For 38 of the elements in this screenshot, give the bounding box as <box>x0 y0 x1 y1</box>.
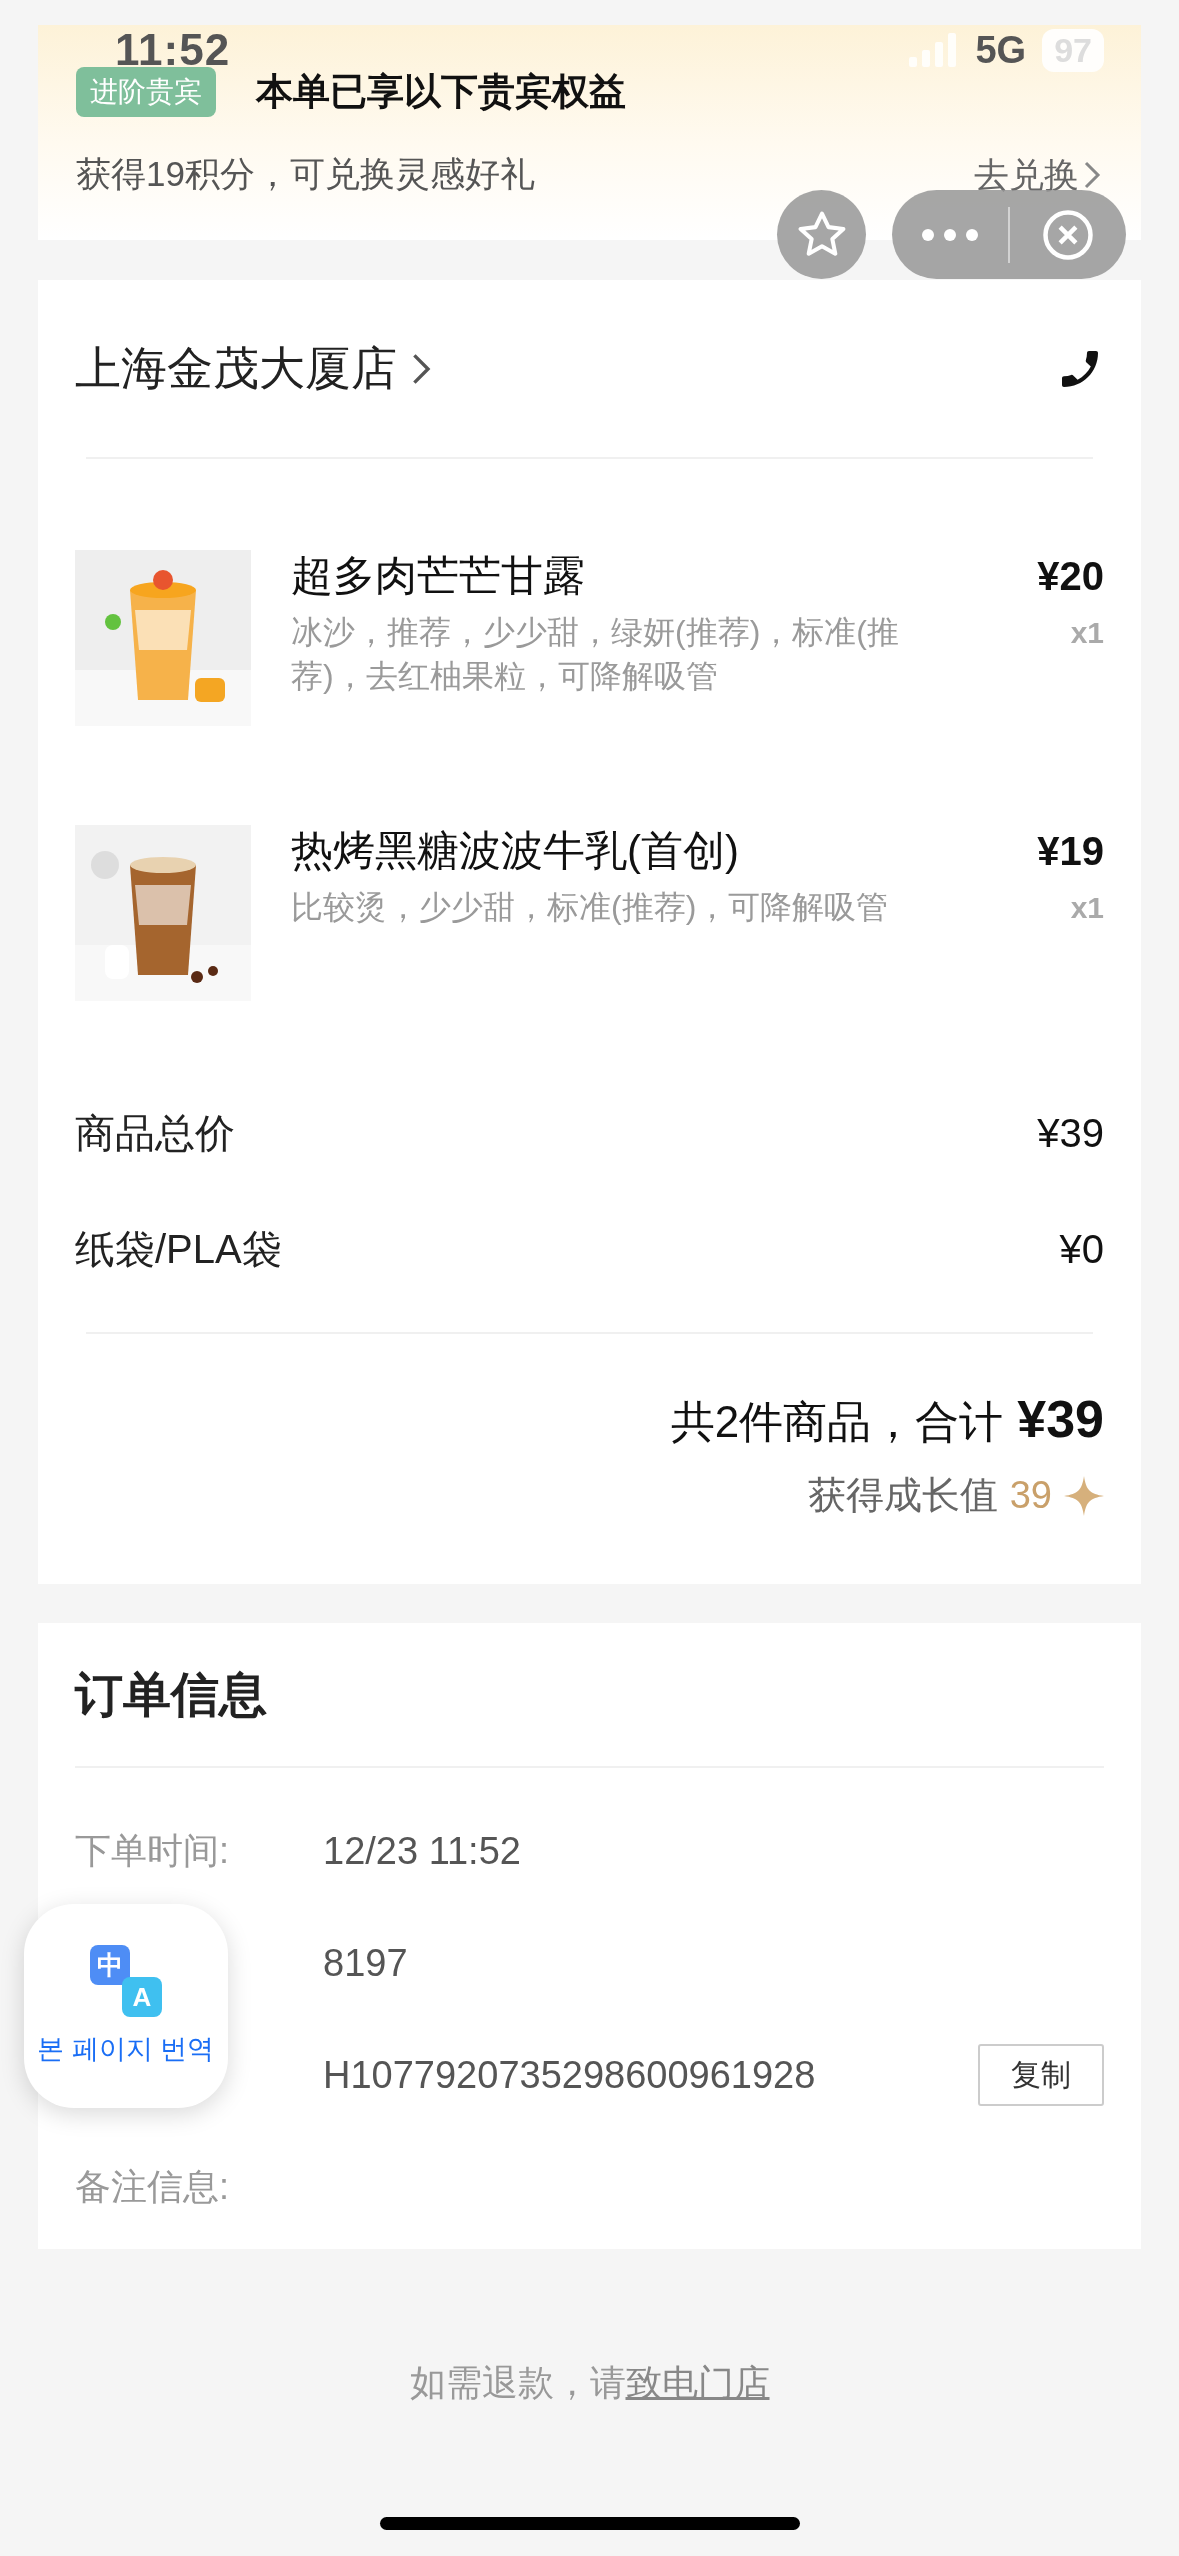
summary-value: ¥0 <box>1059 1226 1104 1272</box>
item-quantity: x1 <box>1070 891 1104 925</box>
summary-label: 商品总价 <box>75 1109 235 1157</box>
icon-glyph: 中 <box>90 1945 130 1985</box>
info-label: 下单时间: <box>75 1829 229 1871</box>
banner-title: 本单已享以下贵宾权益 <box>256 70 626 114</box>
chevron-right-icon <box>411 351 432 386</box>
refund-note: 如需退款，请致电门店 <box>409 2361 770 2405</box>
growth-value: 39 <box>1009 1474 1052 1517</box>
item-price: ¥20 <box>1037 553 1104 600</box>
redeem-link[interactable]: 去兑换 <box>974 157 1101 192</box>
section-title: 订单信息 <box>75 1666 267 1723</box>
summary-label: 纸袋/PLA袋 <box>75 1225 282 1273</box>
points-text: 获得19积分，可兑换灵感好礼 <box>76 153 535 195</box>
item-price: ¥19 <box>1037 828 1104 875</box>
total-label: 共2件商品，合计 <box>670 1396 1004 1448</box>
copy-button[interactable]: 复制 <box>978 2044 1104 2106</box>
item-options: 冰沙，推荐，少少甜，绿妍(推荐)，标准(推荐)，去红柚果粒，可降解吸管 <box>291 610 951 698</box>
item-name: 超多肉芒芒甘露 <box>291 551 586 601</box>
call-store-link[interactable]: 致电门店 <box>625 2362 770 2403</box>
translate-page-button[interactable]: 中 A 본 페이지 번역 <box>24 1904 228 2108</box>
more-icon <box>920 227 980 242</box>
item-quantity: x1 <box>1070 616 1104 650</box>
vip-badge: 进阶贵宾 <box>76 67 216 117</box>
info-value: 12/23 11:52 <box>323 1829 522 1873</box>
info-value: H1077920735298600961928 <box>323 2053 817 2097</box>
item-name: 热烤黑糖波波牛乳(首创) <box>291 826 740 876</box>
total-amount: ¥39 <box>1017 1389 1104 1449</box>
close-icon <box>1041 207 1095 262</box>
info-label: 备注信息: <box>75 2165 229 2207</box>
item-options: 比较烫，少少甜，标准(推荐)，可降解吸管 <box>291 885 951 929</box>
summary-value: ¥39 <box>1037 1110 1104 1156</box>
chevron-right-icon <box>1083 159 1101 190</box>
growth-label: 获得成长值 <box>807 1473 998 1518</box>
info-value: 8197 <box>323 1941 409 1985</box>
icon-glyph: A <box>122 1977 162 2017</box>
store-name[interactable]: 上海金茂大厦店 <box>75 337 432 400</box>
network-label: 5G <box>975 28 1027 72</box>
